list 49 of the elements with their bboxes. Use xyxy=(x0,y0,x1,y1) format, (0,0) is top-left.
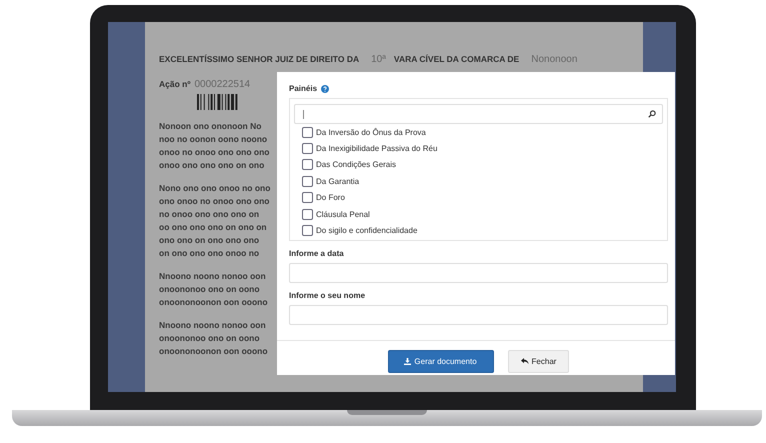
checkbox-label: Das Condições Gerais xyxy=(316,160,396,170)
paragraph-line: onoo ono ono ono on ono xyxy=(159,159,264,172)
paragraph-line: no onoo ono ono ono on xyxy=(159,208,260,221)
paragraph-line: onoononoonon oon ooono xyxy=(159,345,268,358)
download-icon xyxy=(404,358,412,365)
heading-text: EXCELENTÍSSIMO SENHOR JUIZ DE DIREITO DA xyxy=(159,54,360,64)
paragraph-line: noo no oonon oono noono xyxy=(159,133,268,146)
paragraph-line: ono ono on ono ono ono xyxy=(159,234,260,247)
checkbox-label: Da Inexigibilidade Passiva do Réu xyxy=(316,144,438,154)
checkbox-label: Da Inversão do Ônus da Prova xyxy=(316,128,426,137)
heading-text: VARA CÍVEL DA COMARCA DE xyxy=(394,54,520,64)
paragraph-line: onoononoo ono on oono xyxy=(159,332,260,345)
checkbox[interactable] xyxy=(302,208,313,220)
checkbox[interactable] xyxy=(302,192,313,204)
checkbox-label: Cláusula Penal xyxy=(316,210,370,219)
text-field[interactable] xyxy=(289,305,668,325)
close-button[interactable]: Fechar xyxy=(508,350,570,373)
search-icon xyxy=(648,110,656,118)
field-label: Painéis xyxy=(289,84,318,94)
checkbox[interactable] xyxy=(302,126,313,138)
reply-arrow-icon xyxy=(520,358,529,365)
help-icon xyxy=(321,85,330,93)
paragraph-line: ono onoo no onoo ono ono xyxy=(159,195,270,208)
paragraph-line: on ono ono ono onoo no xyxy=(159,247,260,260)
paragraph-line: oo ono ono ono on ono on xyxy=(159,221,267,234)
paragraph-line: onoononoonon oon ooono xyxy=(159,296,268,309)
checkbox[interactable] xyxy=(302,225,313,236)
action-label: Ação nº xyxy=(159,79,190,89)
generate-document-button[interactable]: Gerar documento xyxy=(388,350,494,373)
checkbox[interactable] xyxy=(302,143,313,154)
action-number: 0000222514 xyxy=(194,79,250,90)
checkbox-label: Da Garantia xyxy=(316,176,360,186)
field-label: Informe o seu nome xyxy=(289,291,366,301)
field-label: Informe a data xyxy=(289,249,345,259)
text-field[interactable] xyxy=(289,263,668,283)
paragraph-line: onoo no onoo ono ono ono xyxy=(159,146,270,159)
text-cursor-icon xyxy=(303,110,304,118)
paragraph-line: onoononoo ono on oono xyxy=(159,283,260,296)
checkbox-label: Do sigilo e confidencialidade xyxy=(316,226,418,236)
checkbox[interactable] xyxy=(302,159,313,170)
heading-text: Nononoon xyxy=(531,54,578,65)
heading-text: 10ª xyxy=(371,54,386,65)
checkbox[interactable] xyxy=(302,176,313,187)
paragraph-line: Nnoono noono nonoo oon xyxy=(159,270,266,283)
paragraph-line: Nonoon ono ononoon No xyxy=(159,120,262,133)
paragraph-line: Nnoono noono nonoo oon xyxy=(159,319,266,332)
checkbox-label: Do Foro xyxy=(316,193,345,202)
paragraph-line: Nono ono ono onoo no ono xyxy=(159,182,270,195)
search-field[interactable] xyxy=(294,104,663,124)
